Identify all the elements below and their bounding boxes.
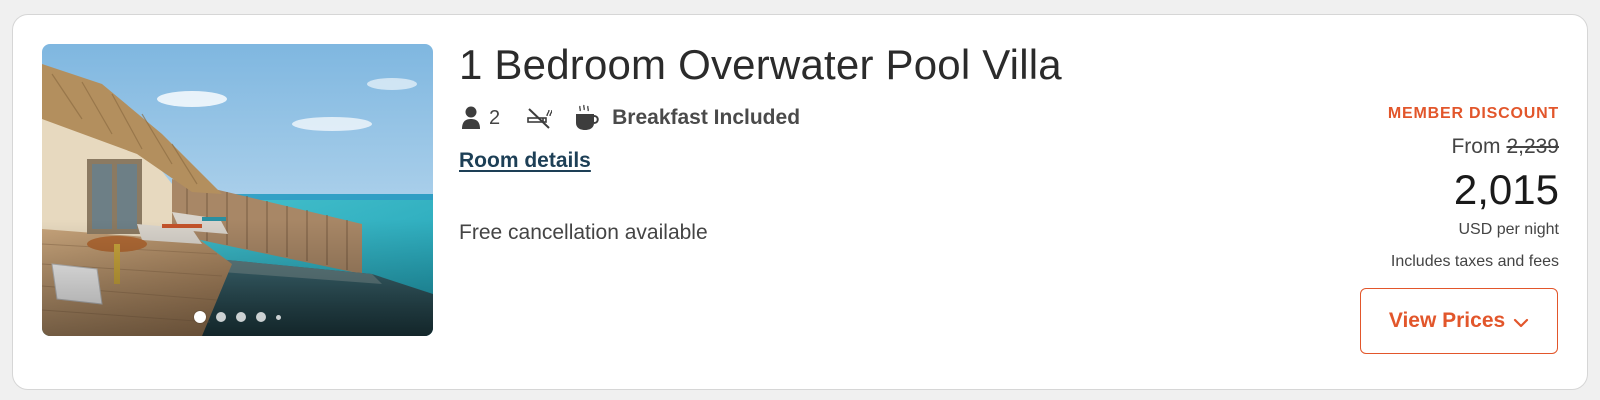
taxes-note: Includes taxes and fees: [1390, 253, 1559, 270]
view-prices-label: View Prices: [1388, 309, 1506, 332]
coffee-cup-icon: [576, 104, 599, 130]
guests-amenity: 2: [461, 106, 526, 130]
guests-count: 2: [489, 106, 501, 129]
from-price-line: From 2,239: [1259, 134, 1559, 160]
original-price: 2,239: [1506, 135, 1559, 158]
from-label: From: [1451, 135, 1501, 158]
cancellation-policy: Free cancellation available: [459, 221, 708, 244]
room-card: 1 Bedroom Overwater Pool Villa 2 Breakfa…: [12, 14, 1588, 390]
breakfast-amenity: Breakfast Included: [574, 104, 800, 132]
no-smoking-icon: [527, 108, 553, 129]
carousel-dot-4[interactable]: [256, 312, 266, 322]
carousel-dot-1[interactable]: [194, 311, 206, 323]
view-prices-button[interactable]: View Prices: [1360, 288, 1558, 354]
room-title: 1 Bedroom Overwater Pool Villa: [459, 41, 1062, 88]
carousel-dot-3[interactable]: [236, 312, 246, 322]
room-photo[interactable]: [42, 44, 433, 336]
amenities-row: 2 Breakfast Included: [461, 103, 800, 133]
price-unit: USD per night: [1458, 221, 1560, 238]
no-smoking-amenity: [526, 106, 553, 130]
carousel-dot-5[interactable]: [276, 314, 281, 320]
room-details-link[interactable]: Room details: [459, 149, 591, 173]
nightly-price: 2,015: [1453, 166, 1559, 213]
breakfast-label: Breakfast Included: [612, 106, 801, 129]
person-icon: [462, 106, 480, 129]
carousel-dot-2[interactable]: [216, 312, 226, 322]
member-discount-badge: MEMBER DISCOUNT: [1387, 105, 1559, 122]
room-photo-carousel[interactable]: [42, 44, 433, 336]
carousel-indicators: [42, 311, 433, 323]
chevron-down-icon: [1514, 318, 1529, 327]
price-summary: MEMBER DISCOUNT From 2,239 2,015 USD per …: [1259, 103, 1559, 272]
